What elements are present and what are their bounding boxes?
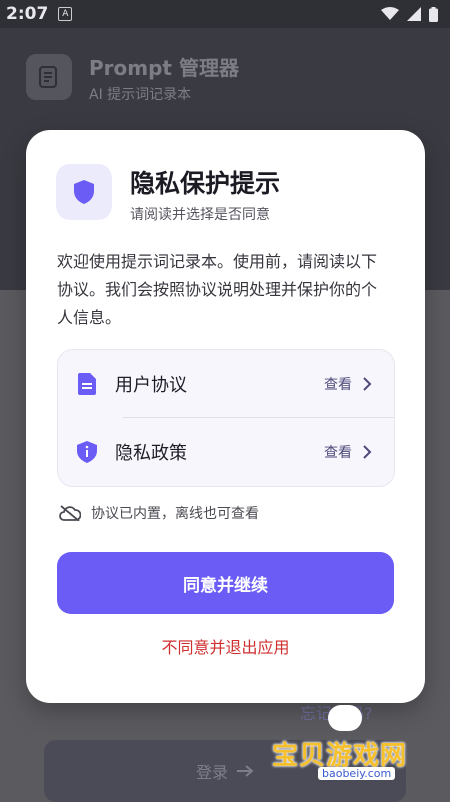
app-subtitle: AI 提示词记录本 xyxy=(89,87,192,103)
privacy-policy-label: 隐私政策 xyxy=(115,443,187,464)
privacy-policy-view[interactable]: 查看 xyxy=(324,442,352,462)
shield-info-icon xyxy=(77,441,97,463)
agree-continue-button[interactable]: 同意并继续 xyxy=(57,552,394,614)
document-icon xyxy=(77,373,97,395)
chevron-right-icon xyxy=(363,377,372,391)
privacy-dialog: 隐私保护提示 请阅读并选择是否同意 欢迎使用提示词记录本。使用前，请阅读以下协议… xyxy=(26,130,425,703)
wifi-icon xyxy=(381,7,399,20)
dialog-subtitle: 请阅读并选择是否同意 xyxy=(130,207,270,223)
offline-note: 协议已内置，离线也可查看 xyxy=(59,503,259,523)
signal-icon xyxy=(407,7,421,21)
status-bar: 2:07 A xyxy=(0,0,450,28)
dialog-icon-badge xyxy=(56,164,112,220)
status-time: 2:07 xyxy=(6,4,49,24)
user-agreement-row[interactable]: 用户协议 查看 xyxy=(58,350,394,418)
agreement-links: 用户协议 查看 隐私政策 查看 xyxy=(57,349,395,487)
privacy-policy-row[interactable]: 隐私政策 查看 xyxy=(58,418,394,486)
watermark: 宝贝游戏网 baobeiy.com xyxy=(272,705,422,785)
app-logo xyxy=(26,54,72,100)
arrow-right-icon xyxy=(237,765,254,777)
dialog-body-text: 欢迎使用提示词记录本。使用前，请阅读以下协议。我们会按照协议说明处理并保护你的个… xyxy=(57,252,378,327)
app-title: Prompt 管理器 xyxy=(89,56,239,80)
user-agreement-label: 用户协议 xyxy=(115,375,187,396)
notebook-icon xyxy=(39,66,57,88)
status-icons xyxy=(381,6,438,22)
notification-icon: A xyxy=(58,7,73,21)
chevron-right-icon xyxy=(363,445,372,459)
dialog-title: 隐私保护提示 xyxy=(130,169,281,198)
gamepad-icon xyxy=(328,705,362,731)
shield-icon xyxy=(74,180,94,204)
watermark-url: baobeiy.com xyxy=(318,767,396,780)
offline-note-text: 协议已内置，离线也可查看 xyxy=(91,506,259,522)
cloud-off-icon xyxy=(59,505,81,521)
battery-icon xyxy=(429,6,438,22)
disagree-exit-button[interactable]: 不同意并退出应用 xyxy=(26,634,425,658)
login-label: 登录 xyxy=(195,763,228,782)
user-agreement-view[interactable]: 查看 xyxy=(324,374,352,394)
